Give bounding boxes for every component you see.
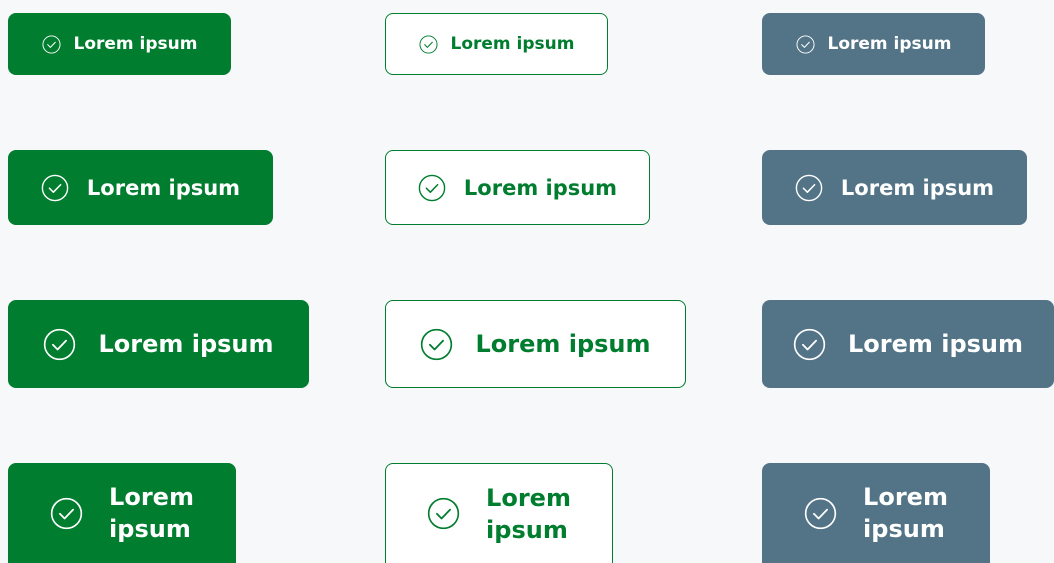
secondary-button-medium[interactable]: Lorem ipsum <box>762 150 1027 225</box>
button-label: Lorem ipsum <box>98 330 274 358</box>
button-label: Lorem ipsum <box>475 330 651 358</box>
outline-button-medium[interactable]: Lorem ipsum <box>385 150 650 225</box>
check-circle-icon <box>42 35 61 54</box>
button-label: Lorem ipsum <box>840 175 995 200</box>
button-label: Lorem ipsum <box>863 481 948 545</box>
button-label: Lorem ipsum <box>109 481 194 545</box>
outline-button-large[interactable]: Lorem ipsum <box>385 300 686 388</box>
button-label-line1: Lorem <box>109 483 194 511</box>
outline-button-small[interactable]: Lorem ipsum <box>385 13 608 75</box>
secondary-button-large[interactable]: Lorem ipsum <box>762 300 1054 388</box>
check-circle-icon <box>43 328 76 361</box>
button-label: Lorem ipsum <box>463 175 618 200</box>
button-label: Lorem ipsum <box>73 34 198 54</box>
button-label-line2: ipsum <box>109 515 191 543</box>
check-circle-icon <box>427 497 460 530</box>
button-label: Lorem ipsum <box>827 34 952 54</box>
button-label: Lorem ipsum <box>450 34 575 54</box>
check-circle-icon <box>793 328 826 361</box>
check-circle-icon <box>804 497 837 530</box>
check-circle-icon <box>795 174 823 202</box>
button-label-line1: Lorem <box>486 483 571 512</box>
button-label-line1: Lorem <box>863 483 948 511</box>
check-circle-icon <box>420 328 453 361</box>
check-circle-icon <box>50 497 83 530</box>
button-label-line2: ipsum <box>863 515 945 543</box>
check-circle-icon <box>796 35 815 54</box>
primary-button-large[interactable]: Lorem ipsum <box>8 300 309 388</box>
button-label-line2: ipsum <box>486 515 568 544</box>
primary-button-wrapped[interactable]: Lorem ipsum <box>8 463 236 563</box>
check-circle-icon <box>419 35 438 54</box>
button-label: Lorem ipsum <box>847 330 1024 358</box>
outline-button-wrapped[interactable]: Lorem ipsum <box>385 463 613 563</box>
secondary-button-wrapped[interactable]: Lorem ipsum <box>762 463 990 563</box>
button-label: Lorem ipsum <box>86 175 241 200</box>
check-circle-icon <box>418 174 446 202</box>
check-circle-icon <box>41 174 69 202</box>
secondary-button-small[interactable]: Lorem ipsum <box>762 13 985 75</box>
primary-button-small[interactable]: Lorem ipsum <box>8 13 231 75</box>
primary-button-medium[interactable]: Lorem ipsum <box>8 150 273 225</box>
button-label: Lorem ipsum <box>486 482 571 546</box>
